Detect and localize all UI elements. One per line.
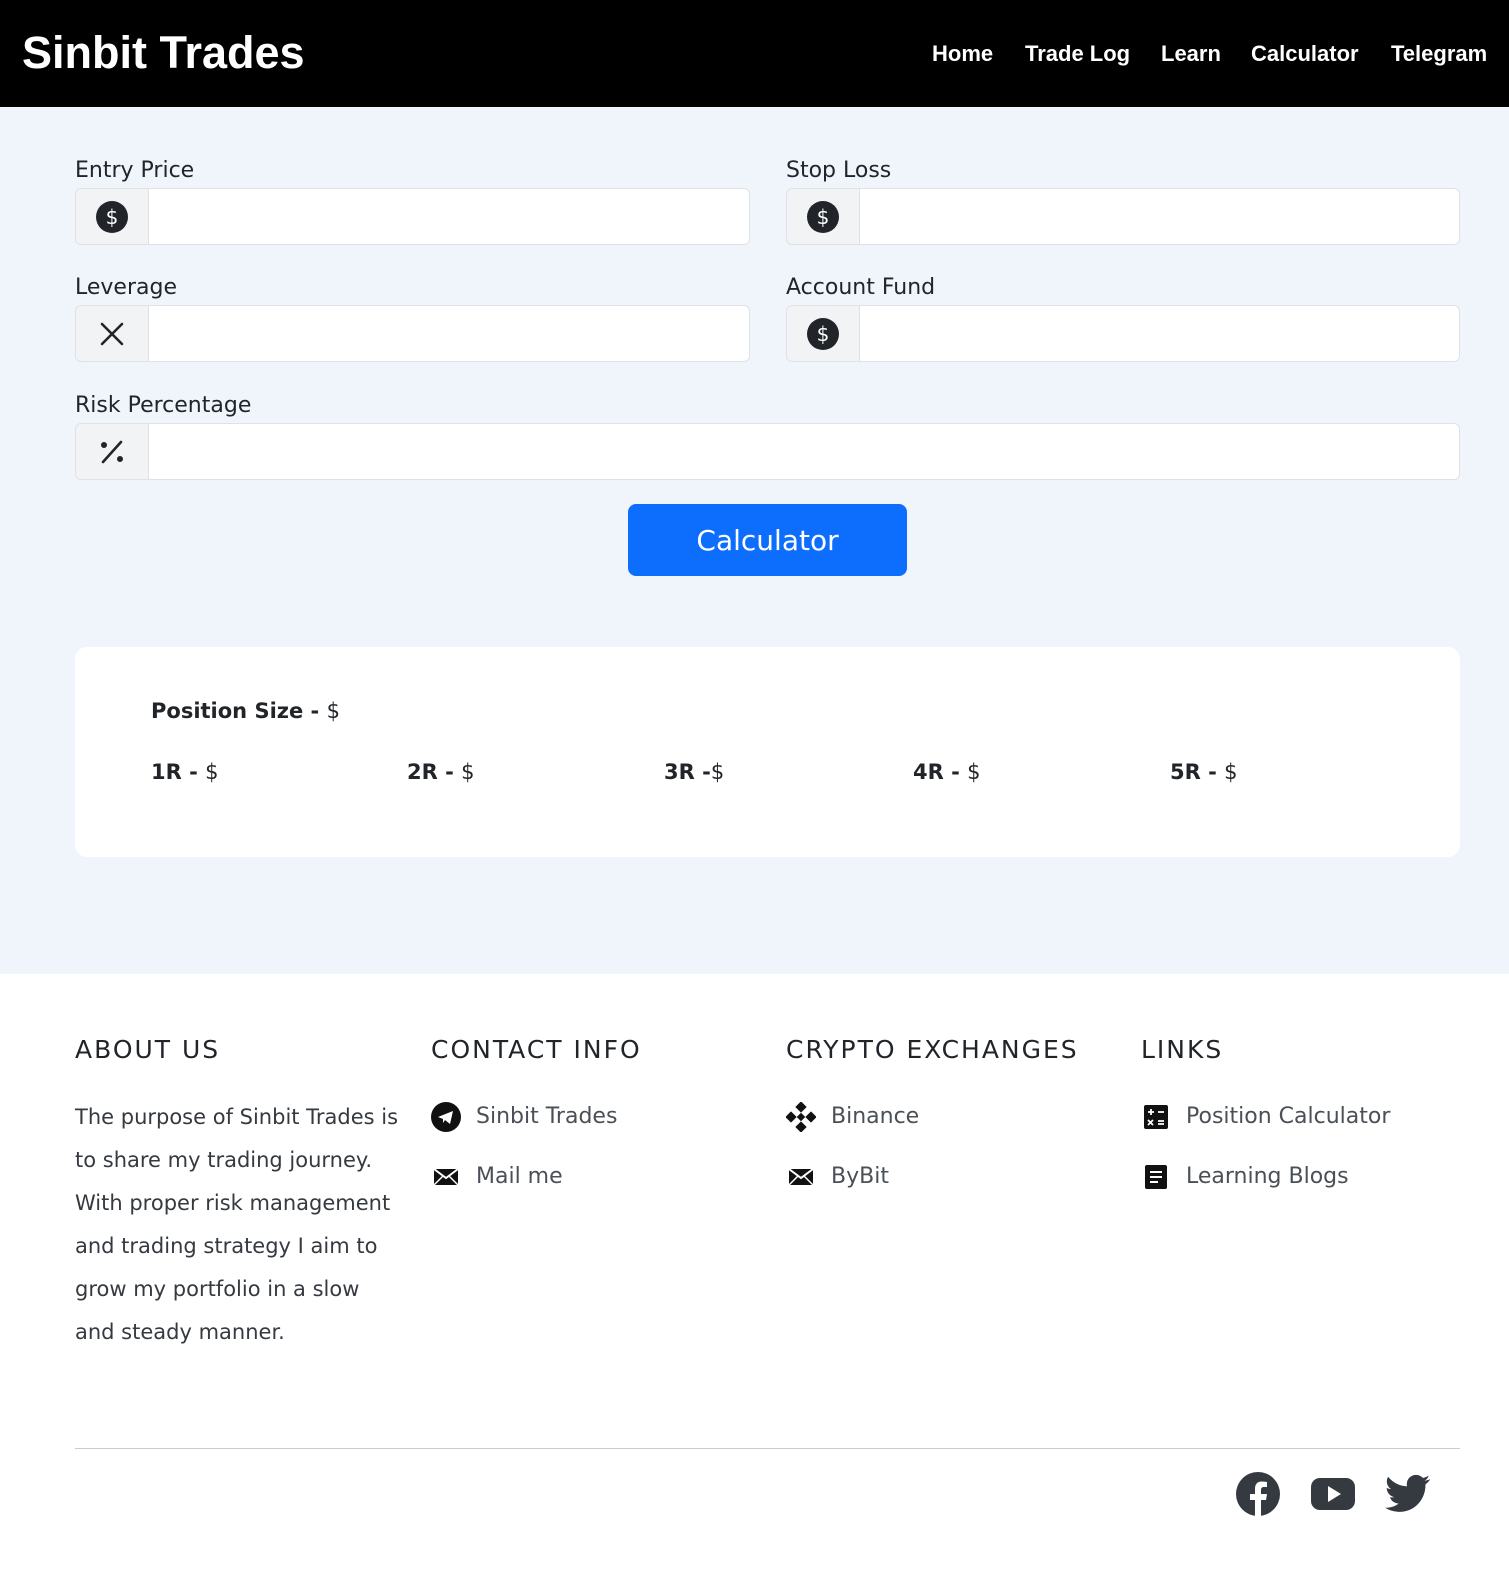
exchange-bybit-label: ByBit bbox=[831, 1163, 889, 1189]
brand-logo[interactable]: Sinbit Trades bbox=[22, 28, 305, 78]
document-icon bbox=[1141, 1162, 1171, 1192]
envelope-icon bbox=[431, 1162, 461, 1192]
r2-sep: - bbox=[437, 760, 462, 784]
link-position-calculator[interactable]: Position Calculator bbox=[1141, 1102, 1390, 1132]
nav-calculator[interactable]: Calculator bbox=[1251, 41, 1359, 67]
nav-telegram[interactable]: Telegram bbox=[1391, 41, 1487, 67]
r2-result: 2R - $ bbox=[407, 760, 475, 785]
svg-text:$: $ bbox=[817, 322, 830, 346]
facebook-icon[interactable] bbox=[1234, 1470, 1282, 1518]
about-text: The purpose of Sinbit Trades is to share… bbox=[75, 1105, 399, 1344]
stop-loss-input[interactable] bbox=[860, 188, 1460, 245]
entry-price-input[interactable] bbox=[149, 188, 750, 245]
leverage-label: Leverage bbox=[75, 275, 177, 300]
r4-value: $ bbox=[967, 760, 981, 784]
position-size-label: Position Size bbox=[151, 699, 304, 723]
binance-icon bbox=[786, 1102, 816, 1132]
r5-result: 5R - $ bbox=[1170, 760, 1238, 785]
footer-divider bbox=[75, 1448, 1460, 1449]
r1-value: $ bbox=[205, 760, 219, 784]
svg-text:$: $ bbox=[106, 205, 119, 229]
r4-result: 4R - $ bbox=[913, 760, 981, 785]
percent-icon bbox=[75, 423, 149, 480]
leverage-group bbox=[75, 305, 750, 362]
x-icon bbox=[75, 305, 149, 362]
entry-price-label: Entry Price bbox=[75, 158, 195, 183]
r3-result: 3R -$ bbox=[664, 760, 724, 785]
r2-value: $ bbox=[461, 760, 475, 784]
r5-value: $ bbox=[1224, 760, 1238, 784]
twitter-icon[interactable] bbox=[1384, 1470, 1432, 1518]
telegram-icon bbox=[431, 1102, 461, 1132]
risk-percentage-group bbox=[75, 423, 1460, 480]
navbar: Sinbit Trades Home Trade Log Learn Calcu… bbox=[0, 0, 1509, 107]
exchange-binance-label: Binance bbox=[831, 1103, 920, 1129]
position-size-value: $ bbox=[326, 699, 340, 723]
nav-learn[interactable]: Learn bbox=[1161, 41, 1221, 67]
result-card bbox=[75, 647, 1460, 857]
r1-result: 1R - $ bbox=[151, 760, 219, 785]
youtube-icon[interactable] bbox=[1309, 1470, 1357, 1518]
leverage-input[interactable] bbox=[149, 305, 750, 362]
link-learning-blogs-label: Learning Blogs bbox=[1186, 1163, 1349, 1189]
link-learning-blogs[interactable]: Learning Blogs bbox=[1141, 1162, 1349, 1192]
position-size-sep: - bbox=[303, 699, 327, 723]
exchange-binance-link[interactable]: Binance bbox=[786, 1102, 919, 1132]
contact-telegram-link[interactable]: Sinbit Trades bbox=[431, 1102, 617, 1132]
account-fund-label: Account Fund bbox=[786, 275, 936, 300]
risk-percentage-input[interactable] bbox=[149, 423, 1460, 480]
contact-title: CONTACT INFO bbox=[431, 1035, 642, 1064]
stop-loss-group: $ bbox=[786, 188, 1460, 245]
nav-home[interactable]: Home bbox=[932, 41, 993, 67]
dollar-circle-icon: $ bbox=[786, 305, 860, 362]
contact-mail-link[interactable]: Mail me bbox=[431, 1162, 563, 1192]
link-position-calculator-label: Position Calculator bbox=[1186, 1103, 1391, 1129]
exchange-bybit-link[interactable]: ByBit bbox=[786, 1162, 889, 1192]
dollar-circle-icon: $ bbox=[786, 188, 860, 245]
r5-label: 5R bbox=[1170, 760, 1201, 784]
about-title: ABOUT US bbox=[75, 1035, 221, 1064]
position-size-result: Position Size - $ bbox=[151, 699, 340, 724]
account-fund-input[interactable] bbox=[860, 305, 1460, 362]
r3-label: 3R bbox=[664, 760, 695, 784]
calculator-icon bbox=[1141, 1102, 1171, 1132]
r4-sep: - bbox=[943, 760, 968, 784]
r5-sep: - bbox=[1200, 760, 1225, 784]
r3-sep: - bbox=[694, 760, 711, 784]
r2-label: 2R bbox=[407, 760, 438, 784]
risk-percentage-label: Risk Percentage bbox=[75, 393, 252, 418]
envelope-icon bbox=[786, 1162, 816, 1192]
exchanges-title: CRYPTO EXCHANGES bbox=[786, 1035, 1079, 1064]
entry-price-group: $ bbox=[75, 188, 750, 245]
r1-sep: - bbox=[181, 760, 206, 784]
calculate-button[interactable]: Calculator bbox=[628, 504, 907, 576]
r1-label: 1R bbox=[151, 760, 182, 784]
svg-text:$: $ bbox=[817, 205, 830, 229]
r3-value: $ bbox=[710, 760, 725, 784]
account-fund-group: $ bbox=[786, 305, 1460, 362]
contact-telegram-label: Sinbit Trades bbox=[476, 1103, 618, 1129]
nav-trade-log[interactable]: Trade Log bbox=[1025, 41, 1130, 67]
stop-loss-label: Stop Loss bbox=[786, 158, 892, 183]
r4-label: 4R bbox=[913, 760, 944, 784]
links-title: LINKS bbox=[1141, 1035, 1224, 1064]
dollar-circle-icon: $ bbox=[75, 188, 149, 245]
contact-mail-label: Mail me bbox=[476, 1163, 563, 1189]
